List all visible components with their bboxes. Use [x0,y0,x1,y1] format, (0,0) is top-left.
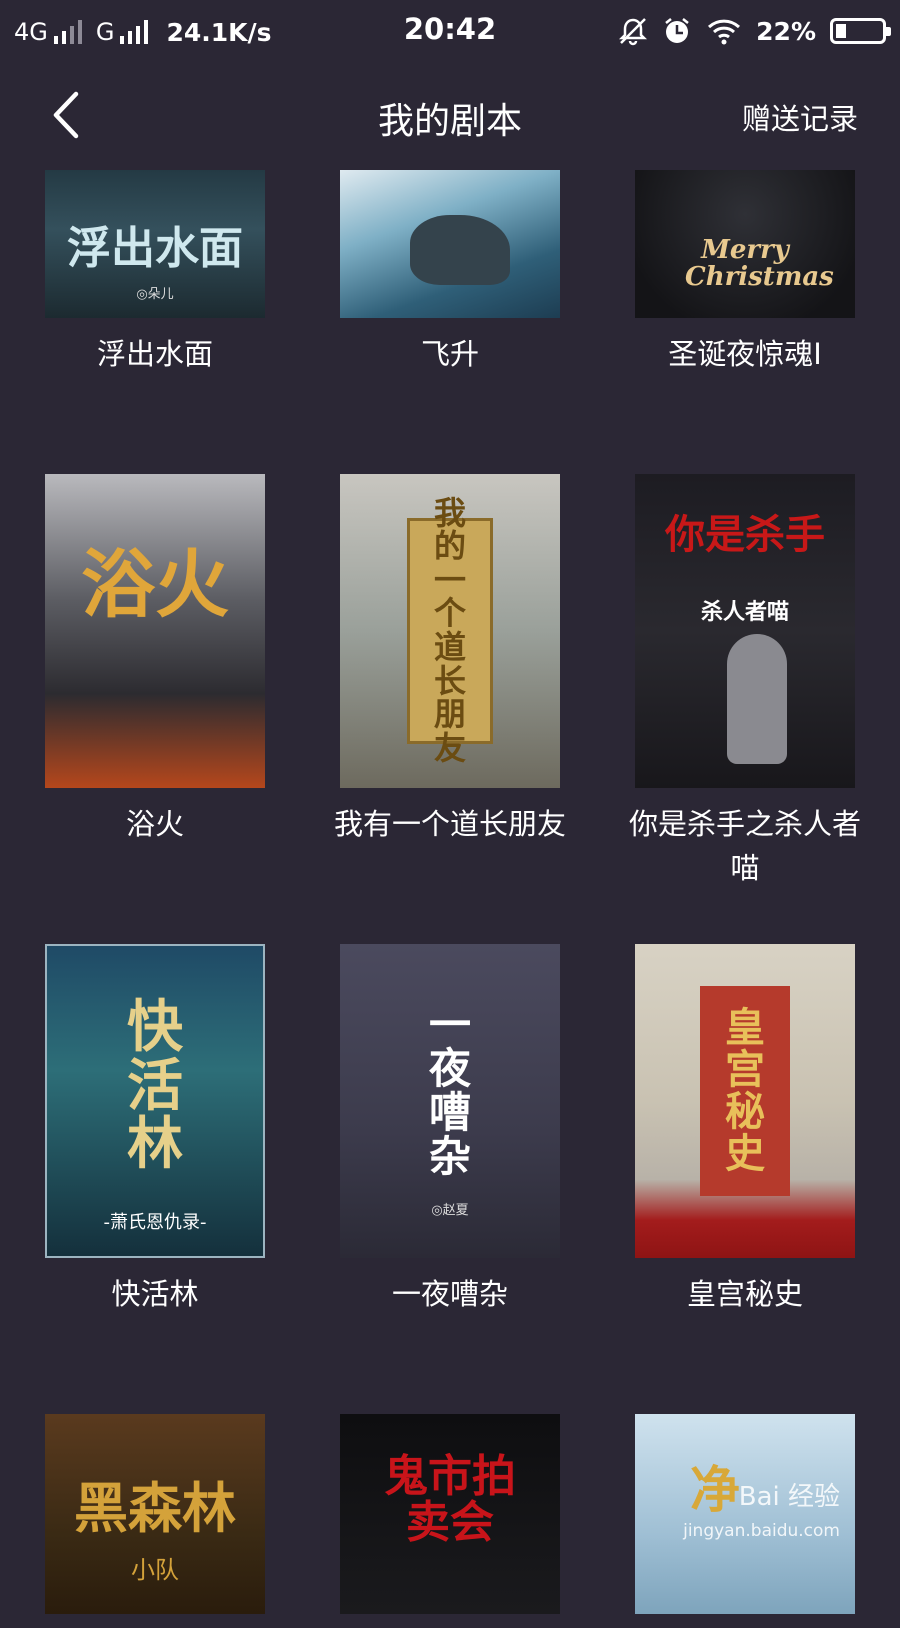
script-cover: 皇宫秘史 [635,944,855,1258]
watermark-url: jingyan.baidu.com [683,1521,840,1541]
cover-title-text: Merry Christmas [685,234,834,292]
baidu-watermark: Bai 经验 jingyan.baidu.com [683,1480,840,1548]
script-card[interactable]: 鬼市拍卖会 [340,1414,560,1628]
script-cover: 你是杀手 杀人者喵 [635,474,855,788]
script-cover: 我的一个道长朋友 [340,474,560,788]
script-card[interactable]: 飞升 [340,170,560,376]
watermark-brand: Bai 经验 [738,1482,840,1512]
script-title: 你是杀手之杀人者喵 [628,807,861,885]
cover-title-text: 黑森林 [74,1476,236,1540]
cover-title-text: 浴火 [81,542,229,629]
script-card[interactable]: 皇宫秘史 皇宫秘史 [635,944,855,1316]
cover-title-text: 你是杀手 [665,511,825,558]
script-cover [340,170,560,318]
cover-title-text: 一夜嘈杂 [428,999,471,1182]
script-card[interactable]: 浴火 浴火 [45,474,265,846]
cover-rock-shape [410,215,510,285]
script-cover: 快活林 -萧氏恩仇录- [45,944,265,1258]
script-card[interactable]: 我的一个道长朋友 我有一个道长朋友 [334,474,566,846]
script-card[interactable]: 你是杀手 杀人者喵 你是杀手之杀人者喵 [629,474,861,890]
script-title: 浮出水面 [96,337,213,371]
script-card[interactable]: Merry Christmas 圣诞夜惊魂I [635,170,855,376]
cover-scroll-panel: 我的一个道长朋友 [407,496,493,765]
cover-title-text: 浮出水面 [67,222,243,274]
cover-title-text: 快活林 [127,993,183,1178]
script-title: 飞升 [420,337,479,371]
script-grid: 浮出水面 ◎朵儿 浮出水面 飞升 Merry Christmas 圣诞夜惊魂I … [0,0,900,1614]
cover-cat-shape [727,634,787,764]
script-title: 一夜嘈杂 [391,1277,508,1311]
script-cover: 一夜嘈杂 ◎赵夏 [340,944,560,1258]
script-cover: 鬼市拍卖会 [340,1414,560,1614]
cover-subtitle-text: 小队 [131,1556,179,1584]
cover-author-text: ◎赵夏 [431,1203,469,1218]
script-cover: 浴火 [45,474,265,788]
script-title: 我有一个道长朋友 [333,807,566,841]
script-cover: 黑森林 小队 [45,1414,265,1614]
script-card[interactable]: 浮出水面 ◎朵儿 浮出水面 [45,170,265,376]
script-title: 浴火 [125,807,184,841]
cover-banner-panel: 皇宫秘史 [700,986,790,1196]
script-cover: 浮出水面 ◎朵儿 [45,170,265,318]
cover-author-text: ◎朵儿 [136,287,174,302]
script-card[interactable]: 一夜嘈杂 ◎赵夏 一夜嘈杂 [340,944,560,1316]
script-card[interactable]: 黑森林 小队 [45,1414,265,1628]
script-cover: Merry Christmas [635,170,855,318]
script-card[interactable]: 快活林 -萧氏恩仇录- 快活林 [45,944,265,1316]
cover-subtitle-text: 杀人者喵 [700,600,789,625]
cover-subtitle-text: -萧氏恩仇录- [103,1212,207,1233]
cover-title-text: 鬼市拍卖会 [384,1451,516,1549]
script-title: 皇宫秘史 [686,1277,803,1311]
script-title: 快活林 [111,1277,199,1311]
cover-title-text: 我的一个道长朋友 [433,493,466,767]
script-title: 圣诞夜惊魂I [668,337,822,371]
cover-title-text: 皇宫秘史 [725,1004,765,1177]
